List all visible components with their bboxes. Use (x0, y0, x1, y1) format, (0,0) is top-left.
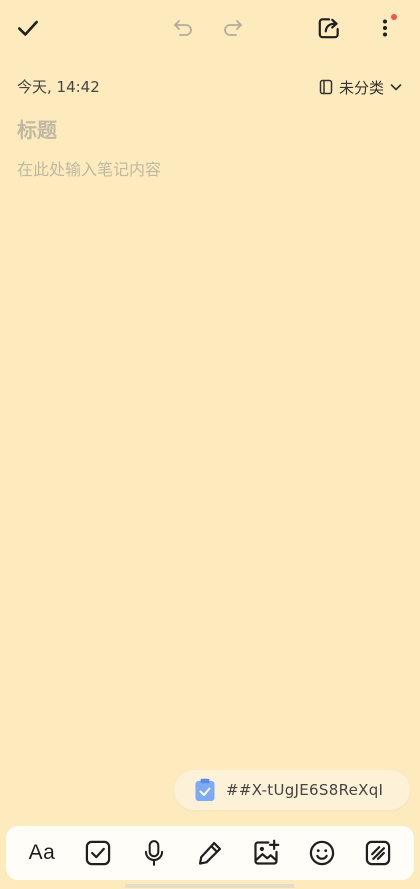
undo-button[interactable] (165, 10, 201, 46)
redo-button[interactable] (215, 10, 251, 46)
text-format-label: Aa (28, 841, 56, 864)
pen-icon (198, 841, 222, 865)
bottom-toolbar: Aa (6, 826, 414, 880)
checkbox-icon (85, 840, 111, 866)
clipboard-suggestion-chip[interactable]: ##X-tUgJE6S8ReXqI (174, 770, 410, 810)
redo-icon (224, 20, 242, 36)
category-label: 未分类 (338, 78, 384, 97)
share-button[interactable] (311, 10, 347, 46)
clipboard-text: ##X-tUgJE6S8ReXqI (226, 781, 384, 799)
note-timestamp: 今天, 14:42 (17, 78, 100, 96)
note-body-input[interactable]: 在此处输入笔记内容 (17, 158, 161, 182)
text-format-button[interactable]: Aa (22, 833, 62, 873)
voice-button[interactable] (134, 833, 174, 873)
check-icon (18, 20, 38, 36)
note-title-input[interactable]: 标题 (17, 116, 57, 144)
style-button[interactable] (358, 833, 398, 873)
notebook-icon (319, 79, 333, 95)
checklist-button[interactable] (78, 833, 118, 873)
add-image-icon (254, 839, 280, 865)
clipboard-check-icon (195, 778, 215, 801)
undo-icon (174, 20, 192, 36)
done-button[interactable] (10, 10, 46, 46)
draw-button[interactable] (190, 833, 230, 873)
emoji-button[interactable] (302, 833, 342, 873)
notification-dot (391, 14, 397, 20)
hatch-icon (365, 840, 391, 866)
top-toolbar (0, 0, 420, 56)
home-indicator (125, 884, 295, 888)
share-icon (318, 18, 339, 39)
chevron-down-icon (390, 84, 402, 91)
add-image-button[interactable] (246, 833, 286, 873)
smiley-icon (309, 840, 335, 866)
category-selector[interactable]: 未分类 (318, 76, 403, 98)
note-meta-row: 今天, 14:42 未分类 (17, 76, 403, 98)
more-options-button[interactable] (367, 10, 403, 46)
microphone-icon (144, 840, 164, 866)
